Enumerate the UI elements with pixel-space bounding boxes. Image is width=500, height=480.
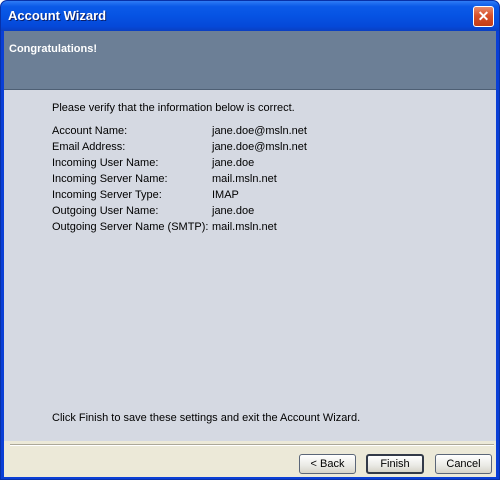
close-icon: ✕ [477, 8, 490, 24]
finish-instructions: Click Finish to save these settings and … [52, 412, 361, 424]
row-label: Incoming User Name: [52, 157, 159, 169]
row-value: jane.doe [212, 157, 255, 169]
incoming-user-name-row: Incoming User Name: jane.doe [52, 157, 472, 171]
incoming-server-type-row: Incoming Server Type: IMAP [52, 189, 472, 203]
row-label: Outgoing User Name: [52, 205, 159, 217]
account-wizard-window: Account Wizard ✕ Congratulations! Please… [0, 0, 500, 480]
row-label: Incoming Server Type: [52, 189, 162, 201]
page-title: Congratulations! [9, 43, 97, 55]
window-title: Account Wizard [8, 8, 107, 23]
row-label: Incoming Server Name: [52, 173, 168, 185]
cancel-button[interactable]: Cancel [435, 454, 492, 474]
email-address-row: Email Address: jane.doe@msln.net [52, 141, 472, 155]
intro-text: Please verify that the information below… [52, 102, 295, 114]
dialog-client-area: Congratulations! Please verify that the … [4, 31, 496, 477]
row-value: mail.msln.net [212, 221, 277, 233]
row-label: Account Name: [52, 125, 128, 137]
button-separator [10, 444, 494, 446]
wizard-body: Please verify that the information below… [4, 90, 496, 441]
back-button[interactable]: < Back [299, 454, 356, 474]
row-label: Outgoing Server Name (SMTP): [52, 221, 209, 233]
row-value: IMAP [212, 189, 239, 201]
row-value: jane.doe@msln.net [212, 141, 307, 153]
wizard-header: Congratulations! [4, 31, 496, 89]
account-name-row: Account Name: jane.doe@msln.net [52, 125, 472, 139]
row-label: Email Address: [52, 141, 126, 153]
title-bar[interactable]: Account Wizard ✕ [1, 1, 499, 31]
outgoing-server-name-row: Outgoing Server Name (SMTP): mail.msln.n… [52, 221, 472, 235]
row-value: jane.doe [212, 205, 255, 217]
close-button[interactable]: ✕ [473, 6, 494, 27]
finish-button[interactable]: Finish [366, 454, 424, 474]
outgoing-user-name-row: Outgoing User Name: jane.doe [52, 205, 472, 219]
incoming-server-name-row: Incoming Server Name: mail.msln.net [52, 173, 472, 187]
row-value: jane.doe@msln.net [212, 125, 307, 137]
row-value: mail.msln.net [212, 173, 277, 185]
